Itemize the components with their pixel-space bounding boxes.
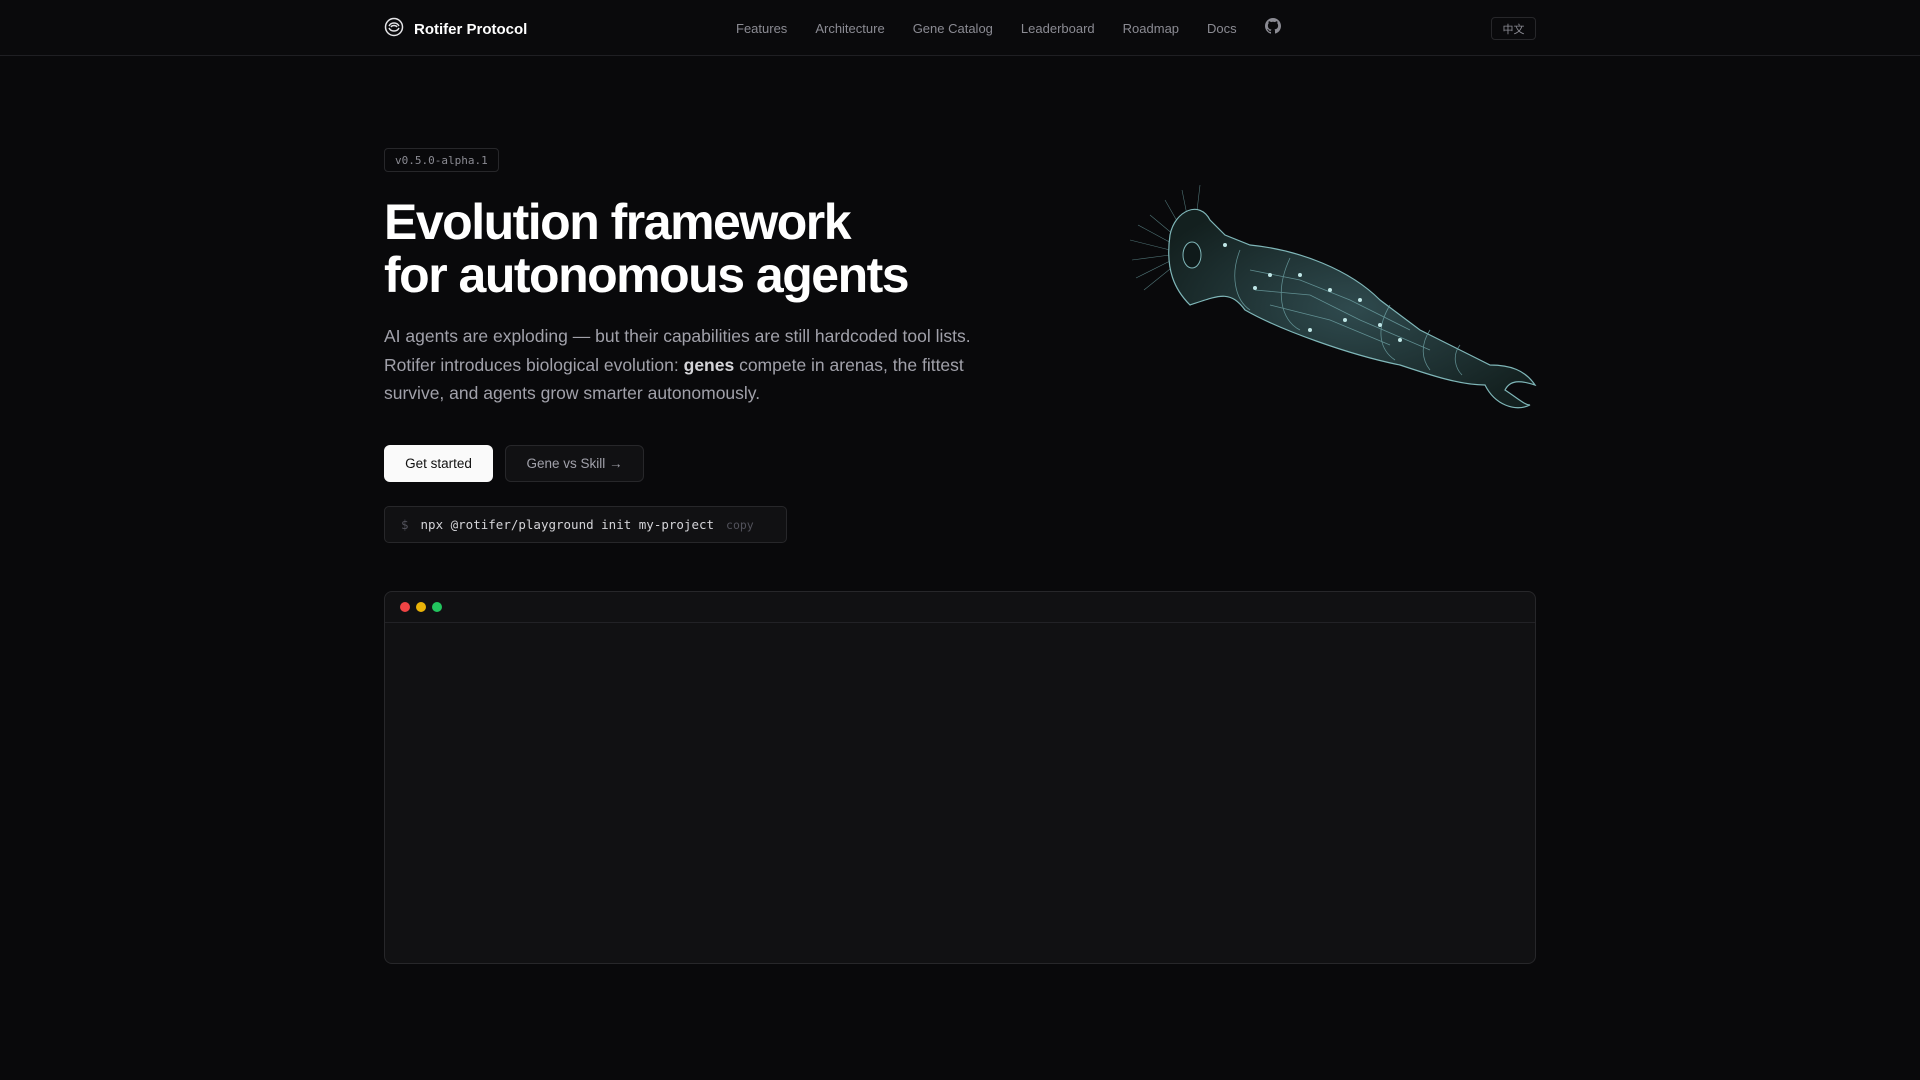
language-toggle-button[interactable]: 中文 bbox=[1491, 17, 1536, 40]
command-text[interactable]: npx @rotifer/playground init my-project bbox=[421, 517, 715, 532]
rotifer-logo-icon bbox=[384, 17, 404, 42]
hero-title-line2: for autonomous agents bbox=[384, 247, 910, 303]
brand-link[interactable]: Rotifer Protocol bbox=[384, 17, 527, 42]
brand-name: Rotifer Protocol bbox=[414, 21, 528, 38]
hero-title: Evolution framework for autonomous agent… bbox=[384, 196, 984, 302]
nav-roadmap[interactable]: Roadmap bbox=[1123, 21, 1179, 36]
prompt-symbol: $ bbox=[401, 517, 409, 532]
nav-docs[interactable]: Docs bbox=[1207, 21, 1237, 36]
version-badge: v0.5.0-alpha.1 bbox=[384, 148, 499, 172]
hero-description: AI agents are exploding — but their capa… bbox=[384, 322, 974, 408]
github-icon[interactable] bbox=[1264, 17, 1281, 39]
nav-features[interactable]: Features bbox=[736, 21, 787, 36]
maximize-dot-icon bbox=[432, 602, 442, 612]
get-started-button[interactable]: Get started bbox=[384, 445, 493, 482]
nav-gene-catalog[interactable]: Gene Catalog bbox=[913, 21, 993, 36]
copy-button[interactable]: copy bbox=[726, 518, 754, 532]
rotifer-illustration bbox=[1129, 180, 1550, 425]
nav-architecture[interactable]: Architecture bbox=[815, 21, 884, 36]
minimize-dot-icon bbox=[416, 602, 426, 612]
terminal-window bbox=[384, 591, 1536, 964]
install-command: $ npx @rotifer/playground init my-projec… bbox=[384, 506, 787, 543]
hero-title-line1: Evolution framework bbox=[384, 194, 852, 250]
gene-vs-skill-button[interactable]: Gene vs Skill → bbox=[505, 445, 644, 482]
close-dot-icon bbox=[400, 602, 410, 612]
nav-links: Features Architecture Gene Catalog Leade… bbox=[736, 0, 1281, 56]
nav-leaderboard[interactable]: Leaderboard bbox=[1021, 21, 1095, 36]
lead-bold: genes bbox=[683, 354, 735, 375]
terminal-titlebar bbox=[385, 592, 1535, 623]
top-nav: Rotifer Protocol Features Architecture G… bbox=[0, 0, 1920, 56]
